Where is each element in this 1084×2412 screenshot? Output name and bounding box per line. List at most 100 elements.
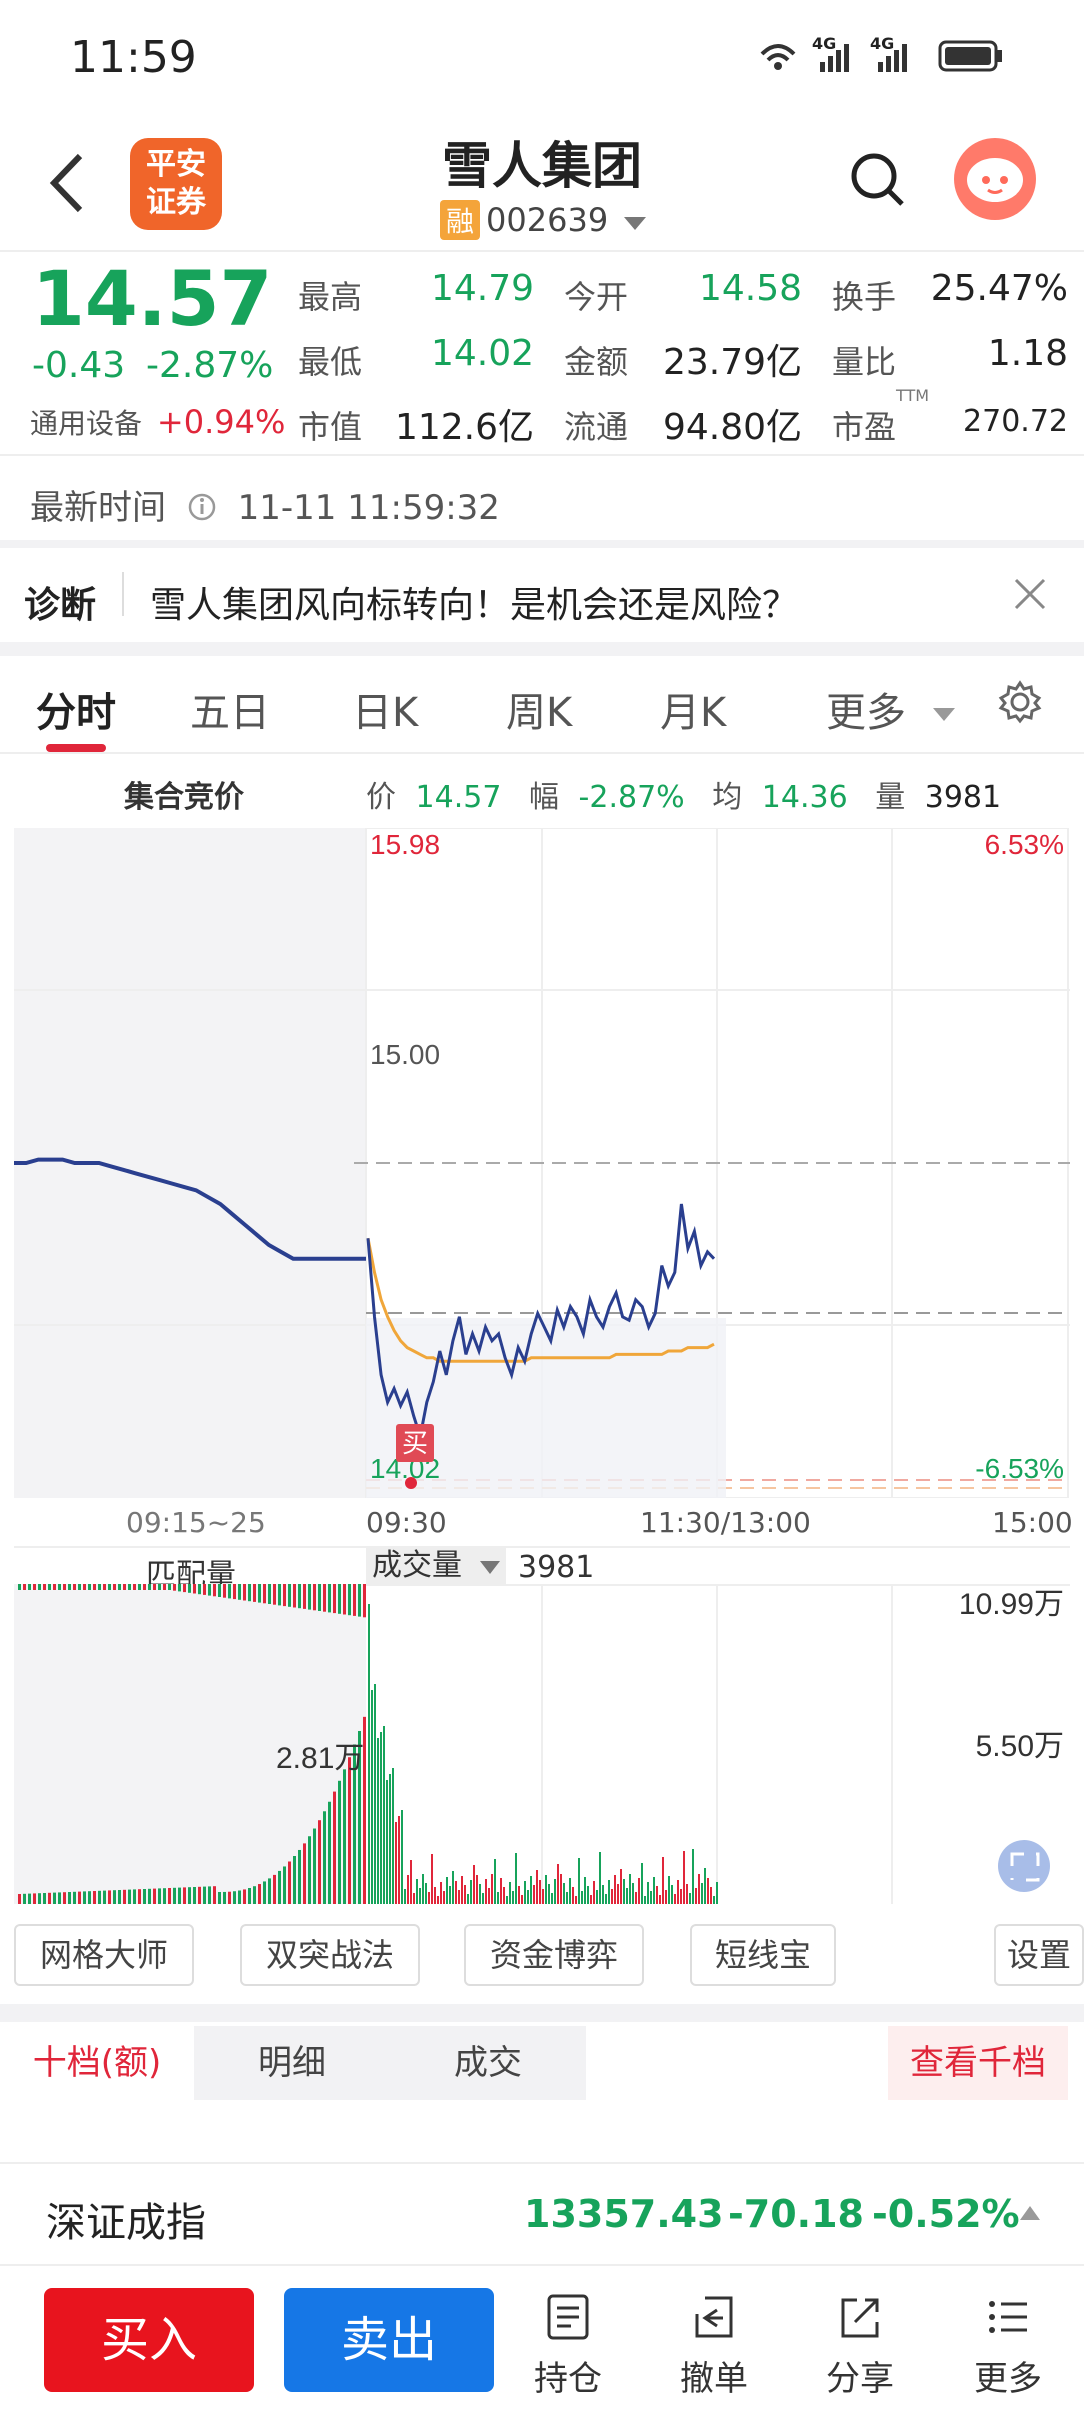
trade-volume-bar (494, 1859, 496, 1904)
trade-volume-bar (677, 1880, 679, 1904)
quote-value-amount: 23.79亿 (662, 342, 802, 383)
nav-share[interactable]: 分享 (810, 2292, 910, 2400)
tool-short-line[interactable]: 短线宝 (690, 1924, 836, 1986)
search-icon[interactable] (848, 150, 908, 210)
info-avg: 14.36 (761, 780, 848, 815)
tab-intraday[interactable]: 分时 (36, 680, 116, 738)
trade-volume-bar (464, 1885, 466, 1904)
chat-bot-icon (967, 158, 1023, 202)
quote-value-mktcap: 112.6亿 (394, 407, 534, 448)
assistant-avatar[interactable] (954, 138, 1036, 220)
trade-volume-bar (620, 1869, 622, 1904)
auction-volume-bar (233, 1891, 236, 1904)
auction-volume-bar (113, 1890, 116, 1904)
trade-volume-bar (512, 1891, 514, 1904)
view-level2-button[interactable]: 查看千档 (888, 2026, 1068, 2100)
auction-match-bar (153, 1584, 156, 1590)
positions-icon (547, 2294, 589, 2340)
stock-code-selector[interactable]: 融 002639 (440, 200, 647, 240)
trade-volume-bar (440, 1882, 442, 1904)
trade-volume-bar (605, 1894, 607, 1904)
sell-button[interactable]: 卖出 (284, 2288, 494, 2392)
trade-volume-bar (461, 1876, 463, 1904)
auction-volume-bar (143, 1889, 146, 1904)
trade-volume-bar (683, 1851, 685, 1904)
diagnosis-text[interactable]: 雪人集团风向标转向！是机会还是风险？ (150, 576, 798, 628)
auction-volume-bar (348, 1757, 351, 1904)
tab-order-book[interactable]: 十档(额) (0, 2026, 194, 2100)
fullscreen-button[interactable] (998, 1840, 1050, 1892)
trade-volume-bar (647, 1882, 649, 1904)
auction-match-bar (178, 1584, 181, 1592)
trade-volume-bar (599, 1852, 601, 1904)
tab-trades[interactable]: 成交 (390, 2026, 586, 2100)
info-avg-label: 均 (712, 780, 743, 815)
nav-more[interactable]: 更多 (958, 2292, 1058, 2400)
auction-volume-bar (163, 1888, 166, 1904)
info-price-label: 价 (366, 780, 396, 815)
settings-gear-icon[interactable] (998, 680, 1042, 724)
trade-volume-bar (548, 1884, 550, 1904)
auction-match-bar (273, 1584, 276, 1605)
trade-volume-bar (611, 1889, 613, 1904)
intraday-price-chart[interactable]: 15.98 6.53% 15.00 14.02 -6.53% 买 (14, 828, 1070, 1498)
trade-volume-bar (485, 1879, 487, 1904)
auction-match-bar (168, 1584, 171, 1590)
auction-match-bar (198, 1584, 201, 1595)
share-icon (841, 2298, 879, 2338)
section-gap (0, 642, 1084, 656)
trade-volume-bar (392, 1768, 394, 1904)
info-bar: 价 14.57 幅 -2.87% 均 14.36 量 3981 (366, 772, 1001, 816)
tab-5day[interactable]: 五日 (190, 680, 270, 738)
tool-settings[interactable]: 设置 (994, 1924, 1084, 1986)
trade-volume-bar (482, 1893, 484, 1904)
volume-chart[interactable]: 10.99万 5.50万 2.81万 (14, 1584, 1070, 1904)
auction-match-bar (248, 1584, 251, 1602)
auction-volume-bar (103, 1890, 106, 1904)
auction-volume-bar (148, 1888, 151, 1904)
tab-detail[interactable]: 明细 (194, 2026, 390, 2100)
trade-volume-bar (536, 1870, 538, 1904)
buy-button[interactable]: 买入 (44, 2288, 254, 2392)
margin-tag: 融 (440, 200, 481, 240)
info-icon[interactable] (187, 492, 217, 522)
auction-volume-bar (263, 1881, 266, 1904)
auction-volume-bar (338, 1780, 341, 1904)
index-bar[interactable]: 深证成指 13357.43 -70.18 -0.52% (0, 2162, 1084, 2266)
trade-volume-bar (431, 1854, 433, 1904)
auction-match-bar (118, 1584, 121, 1590)
close-icon[interactable] (1010, 574, 1050, 614)
trade-volume-bar (614, 1875, 616, 1904)
trade-volume-bar (539, 1880, 541, 1904)
diagnosis-bar[interactable]: 诊断 雪人集团风向标转向！是机会还是风险？ (0, 546, 1084, 642)
tab-monthly-k[interactable]: 月K (660, 680, 726, 738)
auction-match-bar (108, 1584, 111, 1590)
tool-grid-master[interactable]: 网格大师 (14, 1924, 194, 1986)
nav-cancel[interactable]: 撤单 (664, 2292, 764, 2400)
tool-fund-game[interactable]: 资金博弈 (464, 1924, 644, 1986)
tab-more[interactable]: 更多 (826, 680, 955, 738)
trade-volume-bar (617, 1884, 619, 1904)
nav-positions[interactable]: 持仓 (518, 2292, 618, 2400)
trade-volume-bar (602, 1885, 604, 1904)
tab-daily-k[interactable]: 日K (352, 680, 418, 738)
trade-volume-bar (491, 1874, 493, 1904)
tool-double-breakout[interactable]: 双突战法 (240, 1924, 420, 1986)
volume-indicator-selector[interactable]: 成交量 (366, 1546, 506, 1586)
auction-volume-bar (218, 1892, 221, 1904)
trade-volume-bar (383, 1726, 385, 1904)
auction-volume-bar (28, 1893, 31, 1904)
sector-info[interactable]: 通用设备 +0.94% (30, 402, 285, 442)
trade-volume-bar (626, 1888, 628, 1904)
auction-match-bar (288, 1584, 291, 1607)
auction-volume-bar (108, 1890, 111, 1904)
auction-match-bar (63, 1584, 66, 1590)
trade-volume-bar (632, 1883, 634, 1904)
update-time-row: 最新时间 11-11 11:59:32 (30, 480, 500, 529)
auction-volume-bar (88, 1891, 91, 1904)
quote-label-pe: 市盈 (832, 408, 897, 446)
auction-match-bar (183, 1584, 186, 1593)
tab-weekly-k[interactable]: 周K (506, 680, 572, 738)
chevron-up-icon[interactable] (1018, 2204, 1042, 2222)
trade-volume-bar (587, 1886, 589, 1904)
